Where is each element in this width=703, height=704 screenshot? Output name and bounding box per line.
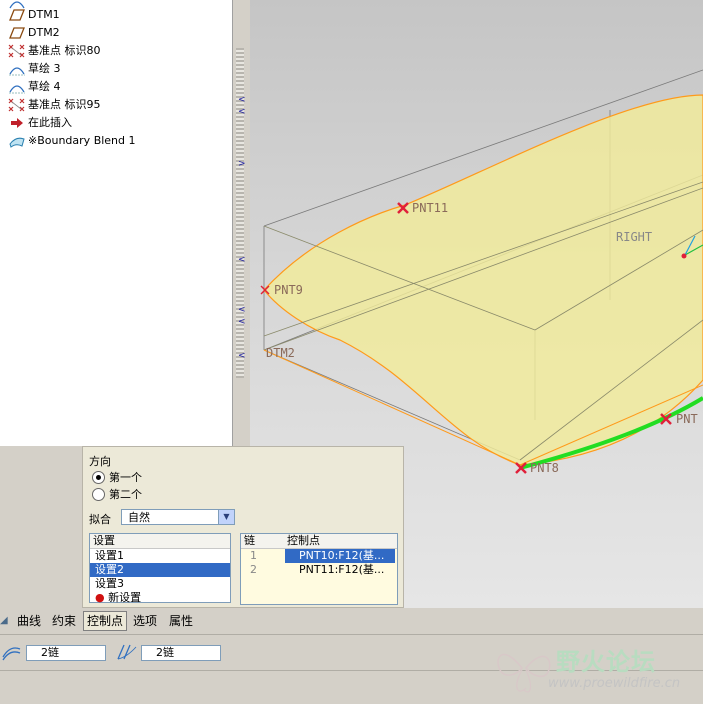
tab-constraints[interactable]: 约束 bbox=[52, 611, 76, 631]
radio-first-direction[interactable] bbox=[92, 471, 105, 484]
control-points-cell[interactable]: PNT11:F12(基... bbox=[299, 563, 384, 577]
chevron-left-icon: < bbox=[238, 306, 246, 315]
label-pnt8: PNT8 bbox=[530, 461, 559, 475]
tree-item-dtm1[interactable]: DTM1 bbox=[8, 6, 60, 24]
blend-surface[interactable] bbox=[264, 95, 703, 465]
chain-cell: 2 bbox=[250, 563, 257, 577]
watermark-url: www.proewildfire.cn bbox=[548, 676, 680, 691]
chevron-down-icon[interactable]: ▼ bbox=[218, 510, 234, 524]
forum-watermark: 野火论坛 www.proewildfire.cn bbox=[490, 634, 703, 696]
tree-item-sketch-3[interactable]: 草绘 3 bbox=[8, 60, 61, 78]
label-pnt9: PNT9 bbox=[274, 283, 303, 297]
sets-list[interactable]: 设置 设置1 设置2 设置3 ● 新设置 bbox=[89, 533, 231, 603]
tree-item-boundary-blend[interactable]: ※Boundary Blend 1 bbox=[8, 132, 136, 150]
table-header: 链 控制点 bbox=[241, 534, 397, 549]
sketch-icon bbox=[8, 80, 26, 94]
dashboard-tabs: ◢ 曲线 约束 控制点 选项 属性 bbox=[0, 611, 703, 633]
new-set-item[interactable]: ● 新设置 bbox=[90, 591, 230, 605]
fit-dropdown-value: 自然 bbox=[128, 511, 150, 524]
insert-here-arrow-icon bbox=[8, 116, 26, 130]
chevron-left-icon: < bbox=[238, 352, 246, 361]
datum-point-icon bbox=[8, 44, 26, 58]
tree-item-label: DTM1 bbox=[28, 8, 60, 21]
tree-item-insert-here[interactable]: 在此插入 bbox=[8, 114, 72, 132]
first-direction-label[interactable]: 第一个 bbox=[109, 469, 142, 485]
tree-item-datum-point-95[interactable]: 基准点 标识95 bbox=[8, 96, 101, 114]
label-dtm2: DTM2 bbox=[266, 346, 295, 360]
fit-label: 拟合 bbox=[89, 511, 111, 527]
control-points-column-header: 控制点 bbox=[287, 534, 320, 548]
tree-item-label: 基准点 标识95 bbox=[28, 98, 101, 111]
chevron-right-icon: > bbox=[238, 160, 246, 169]
label-right: RIGHT bbox=[616, 230, 652, 244]
tree-item-sketch-4[interactable]: 草绘 4 bbox=[8, 78, 61, 96]
tree-item-datum-point-80[interactable]: 基准点 标识80 bbox=[8, 42, 101, 60]
control-points-cell[interactable]: PNT10:F12(基... bbox=[285, 549, 395, 563]
label-pnt11: PNT11 bbox=[412, 201, 448, 215]
tree-item-label: DTM2 bbox=[28, 26, 60, 39]
second-direction-chain-field[interactable]: 2链 bbox=[141, 645, 221, 661]
radio-second-direction[interactable] bbox=[92, 488, 105, 501]
tab-properties[interactable]: 属性 bbox=[169, 611, 193, 631]
sketch-icon bbox=[8, 62, 26, 76]
table-row[interactable]: 1 PNT10:F12(基... bbox=[241, 549, 397, 563]
tree-item-label: 草绘 3 bbox=[28, 62, 61, 75]
table-row[interactable]: 2 PNT11:F12(基... bbox=[241, 563, 397, 577]
tree-item-dtm2[interactable]: DTM2 bbox=[8, 24, 60, 42]
tab-control-points[interactable]: 控制点 bbox=[83, 611, 127, 631]
datum-plane-icon bbox=[8, 26, 26, 40]
new-set-label: 新设置 bbox=[108, 591, 141, 604]
set-item-3[interactable]: 设置3 bbox=[90, 577, 230, 591]
direction-label: 方向 bbox=[89, 453, 111, 469]
chevron-left-icon: < bbox=[238, 256, 246, 265]
datum-plane-icon bbox=[8, 8, 26, 22]
boundary-blend-icon bbox=[8, 134, 26, 148]
tab-scroll-icon[interactable]: ◢ bbox=[0, 611, 8, 631]
new-set-bullet-icon: ● bbox=[95, 591, 108, 604]
control-points-table[interactable]: 链 控制点 1 PNT10:F12(基... 2 PNT11:F12(基... bbox=[240, 533, 398, 605]
sets-header: 设置 bbox=[90, 534, 230, 549]
set-item-1[interactable]: 设置1 bbox=[90, 549, 230, 563]
tab-curves[interactable]: 曲线 bbox=[17, 611, 41, 631]
watermark-title: 野火论坛 bbox=[556, 642, 656, 677]
fit-dropdown[interactable]: 自然 ▼ bbox=[121, 509, 235, 525]
control-points-panel: 方向 第一个 第二个 拟合 自然 ▼ 设置 设置1 设置2 设置3 ● 新设置 … bbox=[82, 446, 404, 608]
chevron-left-icon: < bbox=[238, 96, 246, 105]
first-direction-chain-icon[interactable] bbox=[2, 643, 22, 664]
tree-item-label: 在此插入 bbox=[28, 116, 72, 129]
datum-point-icon bbox=[8, 98, 26, 112]
label-pnt-right: PNT bbox=[676, 412, 698, 426]
chevron-left-icon: < bbox=[238, 108, 246, 117]
second-direction-chain-icon[interactable] bbox=[116, 643, 138, 664]
second-direction-label[interactable]: 第二个 bbox=[109, 486, 142, 502]
chain-cell: 1 bbox=[250, 549, 257, 563]
chain-column-header: 链 bbox=[244, 534, 255, 547]
tree-item-label: 草绘 4 bbox=[28, 80, 61, 93]
tree-item-label: ※Boundary Blend 1 bbox=[28, 134, 136, 147]
model-tree: DTM1 DTM2 基准点 标识80 草绘 3 草绘 4 基准点 标识95 在此… bbox=[0, 0, 232, 446]
tab-options[interactable]: 选项 bbox=[133, 611, 157, 631]
chevron-left-icon: < bbox=[238, 318, 246, 327]
set-item-2[interactable]: 设置2 bbox=[90, 563, 230, 577]
first-direction-chain-field[interactable]: 2链 bbox=[26, 645, 106, 661]
tree-item-label: 基准点 标识80 bbox=[28, 44, 101, 57]
